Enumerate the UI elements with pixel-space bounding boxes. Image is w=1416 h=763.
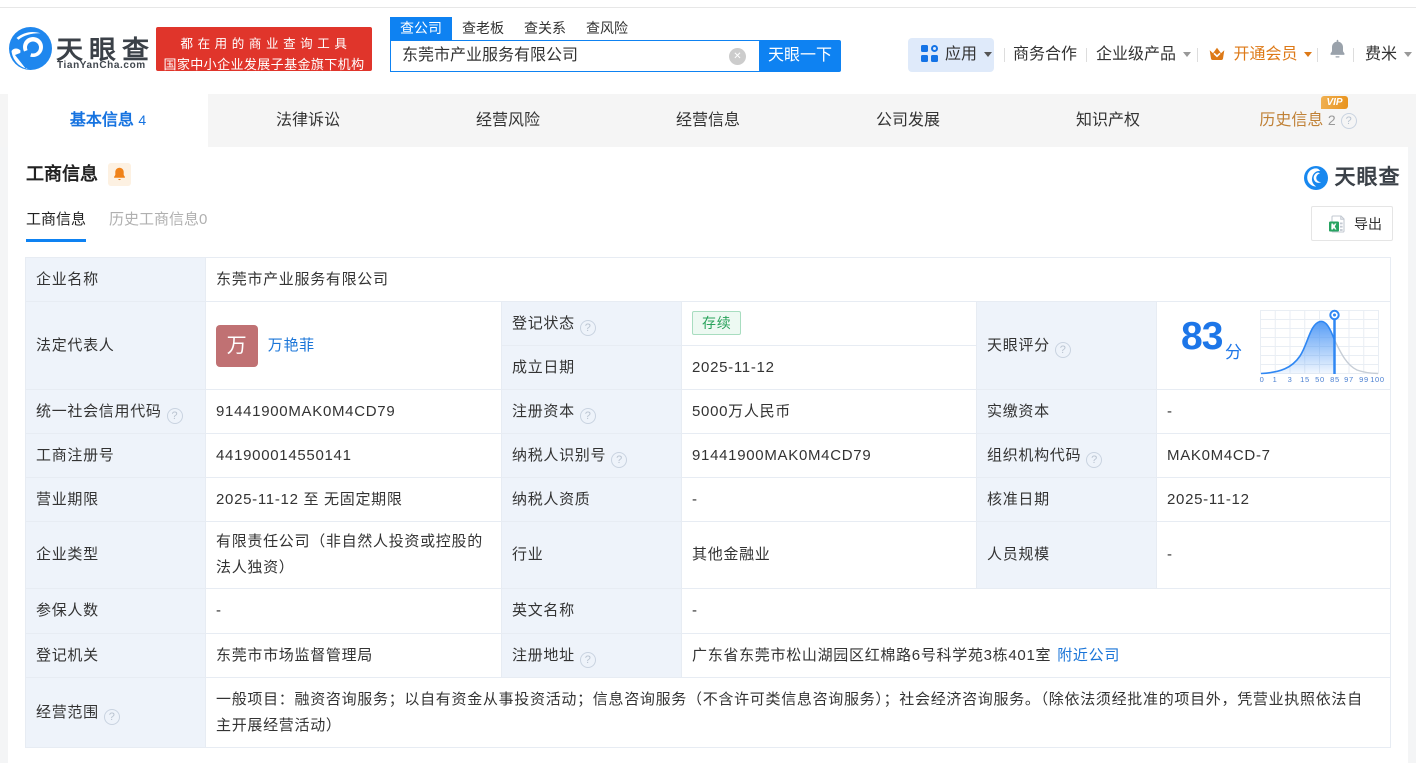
svg-text:15: 15 (1300, 375, 1310, 384)
svg-text:100: 100 (1370, 375, 1385, 384)
svg-text:3: 3 (1288, 375, 1293, 384)
svg-text:85: 85 (1330, 375, 1340, 384)
svg-text:99: 99 (1359, 375, 1369, 384)
svg-text:50: 50 (1315, 375, 1325, 384)
svg-text:1: 1 (1273, 375, 1278, 384)
svg-text:97: 97 (1344, 375, 1354, 384)
svg-text:0: 0 (1260, 375, 1265, 384)
